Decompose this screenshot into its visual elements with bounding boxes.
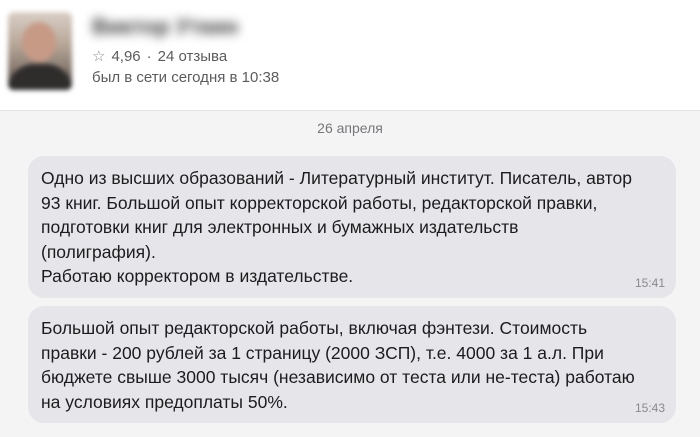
message-text: Одно из высших образований - Литературны… <box>41 168 633 286</box>
profile-name[interactable]: Виктор Уткин <box>92 14 252 39</box>
date-divider: 26 апреля <box>317 120 383 136</box>
message-bubble[interactable]: Одно из высших образований - Литературны… <box>28 156 676 298</box>
rating-separator: · <box>146 47 152 65</box>
message-text: Большой опыт редакторской работы, включа… <box>41 318 635 412</box>
message-bubble[interactable]: Большой опыт редакторской работы, включа… <box>28 306 676 423</box>
message-time: 15:41 <box>634 276 665 290</box>
profile-header: Виктор Уткин ☆ 4,96 · 24 отзыва был в се… <box>0 0 700 111</box>
rating-row[interactable]: ☆ 4,96 · 24 отзыва <box>92 46 227 66</box>
reviews-count[interactable]: 24 отзыва <box>158 48 228 65</box>
avatar-shoulders <box>8 64 72 90</box>
last-seen-status: был в сети сегодня в 10:38 <box>92 69 280 86</box>
star-icon: ☆ <box>92 47 106 65</box>
avatar-face <box>22 22 56 62</box>
avatar[interactable] <box>8 12 72 90</box>
message-time: 15:43 <box>634 401 665 415</box>
rating-value: 4,96 <box>111 47 141 65</box>
